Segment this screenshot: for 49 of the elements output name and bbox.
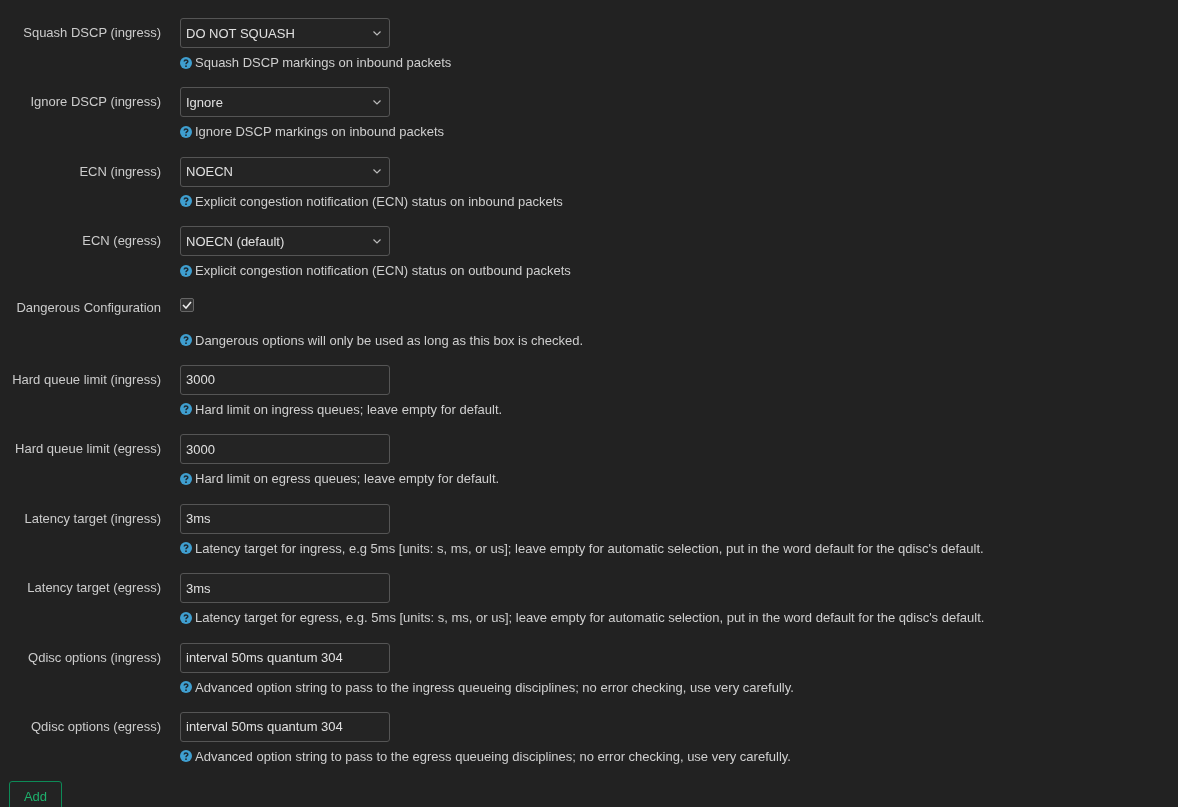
dropdown[interactable]: NOECN	[180, 156, 390, 187]
help-text: Dangerous options will only be used as long as this box is checked.	[195, 332, 584, 348]
field-label: Hard queue limit (ingress)	[11, 370, 162, 389]
input-field[interactable]: interval 50ms quantum 304	[180, 642, 390, 673]
input-field[interactable]: 3ms	[180, 503, 390, 534]
help-icon	[180, 56, 192, 69]
field-label: Squash DSCP (ingress)	[22, 24, 162, 42]
help-text: Explicit congestion notification (ECN) status on outbound packets	[195, 263, 571, 279]
help-icon	[180, 334, 192, 347]
field-label: Hard queue limit (egress)	[14, 440, 162, 459]
field-label: Qdisc options (ingress)	[27, 648, 162, 667]
dropdown[interactable]: DO NOT SQUASH	[180, 18, 390, 48]
help-text: Latency target for ingress, e.g 5ms [units: s, ms, or us]; leave empty for automatic selection, put in the word default for the qdisc's default.	[195, 540, 984, 556]
help-text: Advanced option string to pass to the egress queueing disciplines; no error checking, use very carefully.	[195, 748, 791, 764]
input-field[interactable]: interval 50ms quantum 304	[180, 711, 390, 742]
field-label: ECN (ingress)	[78, 162, 162, 181]
help-icon	[180, 681, 192, 693]
field-label: Ignore DSCP (ingress)	[29, 93, 162, 112]
dropdown[interactable]: Ignore	[180, 87, 390, 118]
help-icon	[180, 264, 192, 277]
help-icon	[180, 542, 192, 555]
caret-icon	[373, 99, 381, 105]
help-text: Ignore DSCP markings on inbound packets	[195, 124, 445, 140]
input-field[interactable]: 3ms	[180, 573, 390, 604]
help-icon	[180, 472, 192, 485]
help-icon	[180, 750, 192, 763]
help-text: Advanced option string to pass to the ingress queueing disciplines; no error checking, use very carefully.	[195, 679, 794, 695]
help-icon	[180, 125, 192, 138]
field-label: Dangerous Configuration	[15, 298, 162, 317]
help-icon	[180, 403, 192, 416]
field-label: Latency target (egress)	[26, 579, 162, 598]
help-text: Latency target for egress, e.g. 5ms [units: s, ms, or us]; leave empty for automatic selection, put in the word default for the qdisc's default.	[195, 610, 985, 626]
help-text: Explicit congestion notification (ECN) status on inbound packets	[195, 193, 563, 209]
input-field[interactable]: 3000	[180, 434, 390, 465]
add-button[interactable]: Add	[9, 781, 62, 807]
help-text: Hard limit on egress queues; leave empty for default.	[195, 471, 500, 487]
help-icon	[180, 195, 192, 208]
help-text: Hard limit on ingress queues; leave empty for default.	[195, 401, 503, 417]
checkbox[interactable]	[180, 297, 194, 312]
help-text: Squash DSCP markings on inbound packets	[195, 55, 452, 70]
caret-icon	[373, 30, 381, 36]
caret-icon	[373, 238, 381, 244]
dropdown[interactable]: NOECN (default)	[180, 226, 390, 257]
field-label: ECN (egress)	[81, 232, 162, 251]
field-label: Qdisc options (egress)	[29, 717, 162, 736]
field-label: Latency target (ingress)	[23, 509, 162, 528]
caret-icon	[373, 169, 381, 175]
input-field[interactable]: 3000	[180, 364, 390, 395]
help-icon	[180, 611, 192, 624]
